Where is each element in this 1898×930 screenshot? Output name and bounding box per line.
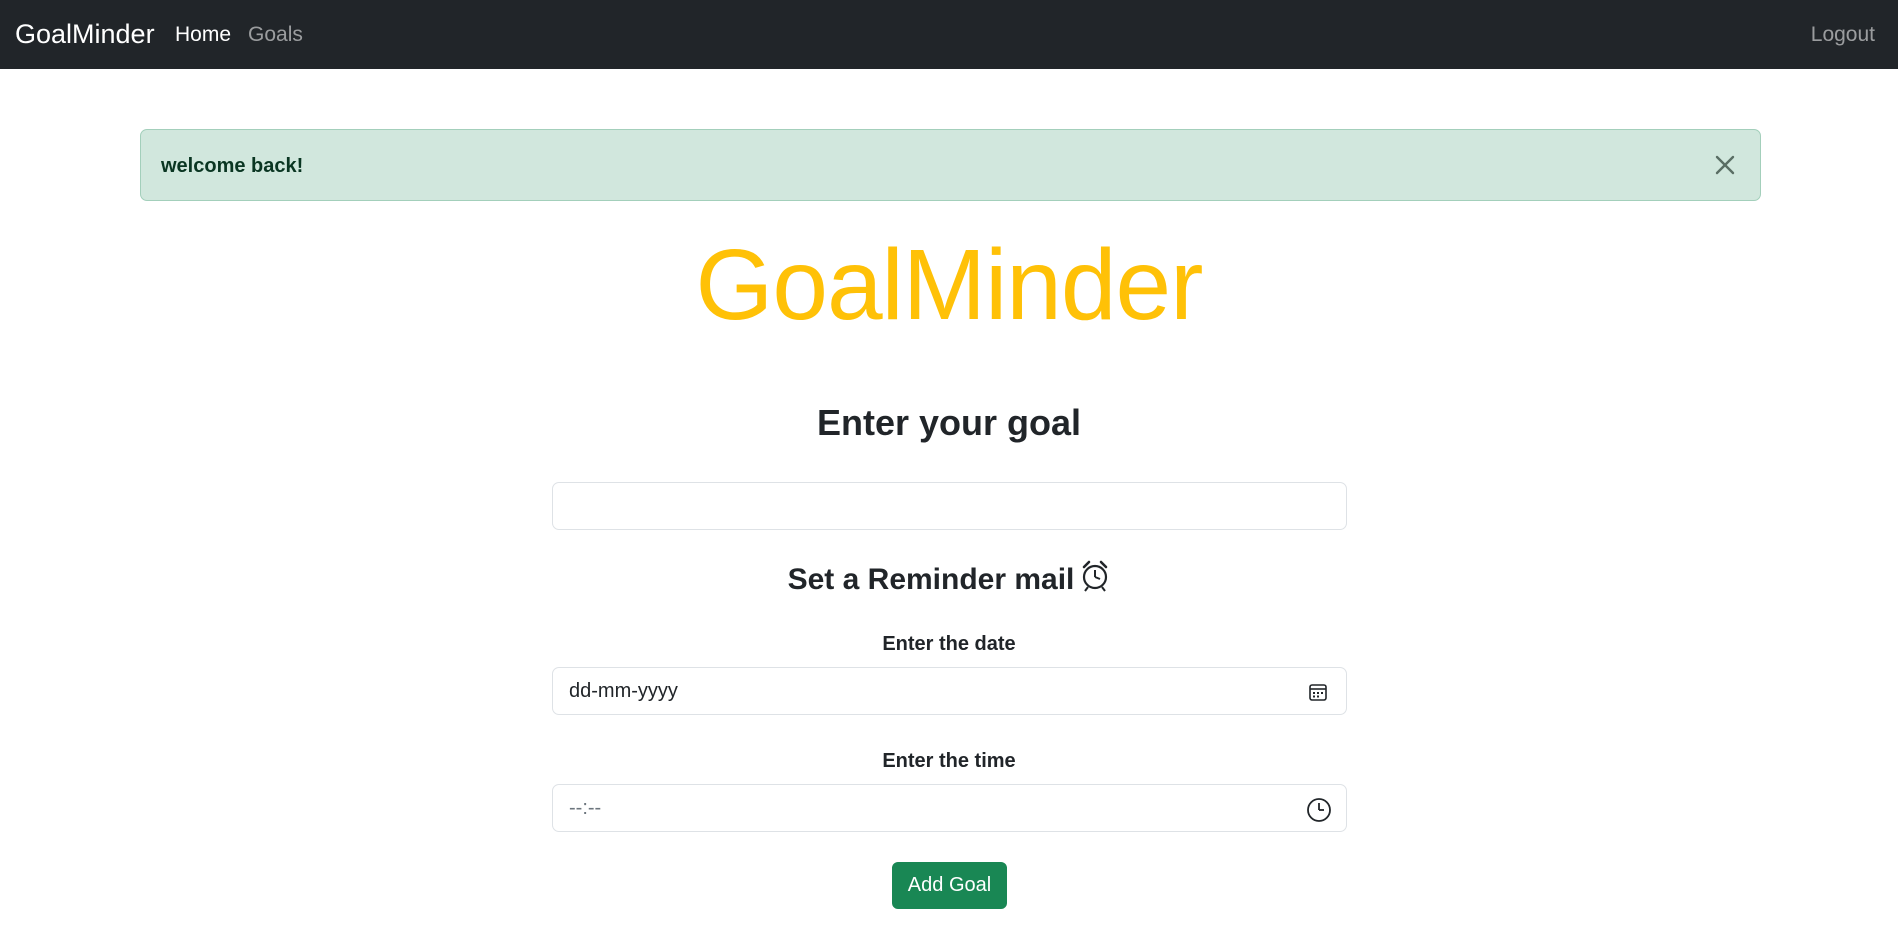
close-icon[interactable] <box>1708 148 1742 182</box>
goal-heading: Enter your goal <box>816 402 1082 443</box>
date-label: Enter the date <box>882 633 1016 655</box>
hero-title: GoalMinder <box>695 229 1204 341</box>
time-placeholder: --:-- <box>569 796 602 819</box>
navbar: GoalMinder Home Goals Logout <box>0 0 1898 69</box>
reminder-heading: Set a Reminder mail <box>0 558 1898 604</box>
nav-link-home[interactable]: Home <box>175 23 231 47</box>
navbar-brand[interactable]: GoalMinder <box>15 18 155 51</box>
success-alert: welcome back! <box>140 129 1761 201</box>
calendar-icon[interactable] <box>1306 680 1330 704</box>
reminder-heading-text: Set a Reminder mail <box>787 562 1075 596</box>
date-input[interactable]: dd-mm-yyyy <box>552 667 1347 715</box>
nav-link-goals[interactable]: Goals <box>248 23 303 47</box>
time-input[interactable]: --:-- <box>552 784 1347 832</box>
nav-link-logout[interactable]: Logout <box>1811 23 1875 47</box>
goal-input[interactable] <box>552 482 1347 530</box>
alert-message: welcome back! <box>161 155 304 177</box>
clock-icon[interactable] <box>1306 797 1331 822</box>
time-label: Enter the time <box>882 750 1016 772</box>
add-goal-button[interactable]: Add Goal <box>892 862 1007 909</box>
alarm-clock-icon <box>1080 558 1110 604</box>
date-placeholder: dd-mm-yyyy <box>569 679 678 702</box>
